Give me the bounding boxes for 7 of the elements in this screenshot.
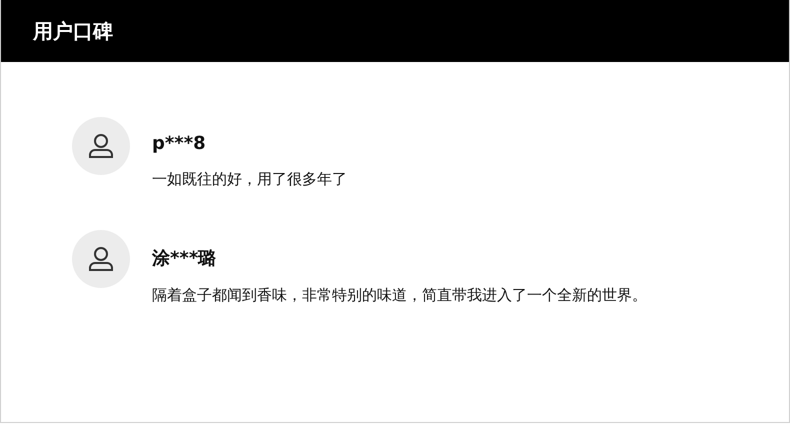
review-text: 隔着盒子都闻到香味，非常特别的味道，简直带我进入了一个全新的世界。 [152, 285, 648, 306]
review-text: 一如既往的好，用了很多年了 [152, 169, 348, 190]
user-name: p***8 [152, 133, 207, 154]
user-name: 涂***璐 [152, 247, 218, 270]
user-icon [87, 245, 115, 273]
user-icon [87, 132, 115, 160]
page-title: 用户口碑 [33, 18, 113, 44]
